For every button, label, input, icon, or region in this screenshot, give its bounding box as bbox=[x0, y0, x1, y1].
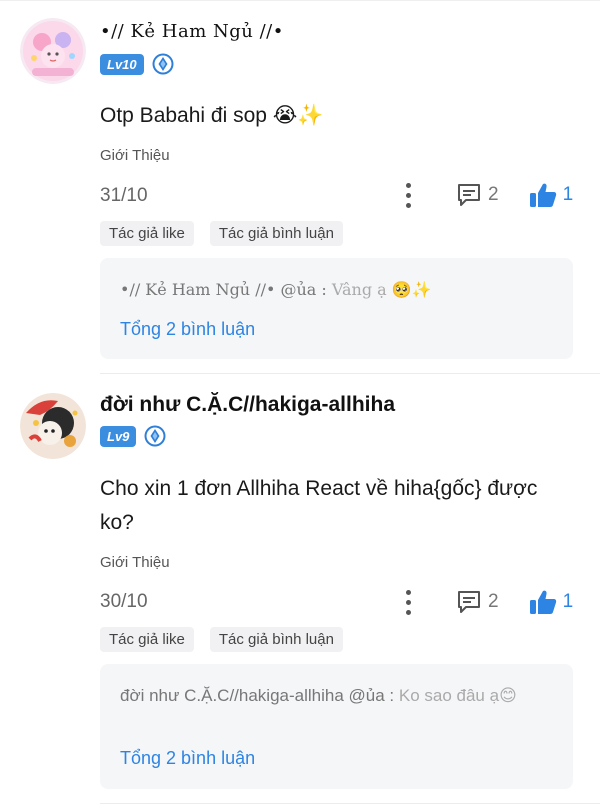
intro-label[interactable]: Giới Thiệu bbox=[100, 147, 170, 164]
username[interactable]: đời như C.Ặ.C//hakiga-allhiha bbox=[100, 393, 395, 417]
comment-button[interactable]: 2 bbox=[456, 589, 499, 615]
thumbs-up-icon bbox=[529, 183, 556, 207]
comment-icon bbox=[458, 591, 480, 613]
reply-preview[interactable]: đời như C.Ặ.C//hakiga-allhiha @ủa : Ko s… bbox=[100, 664, 573, 789]
shield-badge-icon bbox=[144, 425, 166, 447]
comment-date: 30/10 bbox=[100, 591, 148, 612]
more-vertical-icon[interactable] bbox=[400, 587, 416, 617]
tag-author-comment: Tác giả bình luận bbox=[209, 627, 343, 652]
comment-button[interactable]: 2 bbox=[456, 182, 499, 208]
comment-actions: 2 1 bbox=[400, 180, 573, 210]
reply-user: đời như C.Ặ.C//hakiga-allhiha @ủa bbox=[120, 686, 385, 705]
reply-user: •// Kẻ Ham Ngủ //• @ủa bbox=[120, 280, 317, 299]
comment-icon bbox=[458, 184, 480, 206]
reply-line: đời như C.Ặ.C//hakiga-allhiha @ủa : Ko s… bbox=[120, 684, 550, 708]
thumbs-up-icon bbox=[529, 590, 556, 614]
tag-list: Tác giả like Tác giả bình luận bbox=[100, 221, 343, 246]
like-count: 1 bbox=[562, 184, 574, 205]
like-count: 1 bbox=[562, 591, 574, 612]
comment-content: Cho xin 1 đơn Allhiha React về hiha{gốc}… bbox=[100, 477, 538, 534]
comment-divider bbox=[100, 373, 600, 374]
avatar[interactable] bbox=[20, 18, 86, 84]
tag-author-like: Tác giả like bbox=[100, 627, 194, 652]
comment-actions: 2 1 bbox=[400, 587, 573, 617]
intro-label[interactable]: Giới Thiệu bbox=[100, 554, 170, 571]
like-button[interactable]: 1 bbox=[529, 182, 574, 208]
comment-item: •// Kẻ Ham Ngủ //• Lv10 Otp Babahi đi so… bbox=[0, 0, 600, 375]
shield-badge-icon bbox=[152, 53, 174, 75]
avatar[interactable] bbox=[20, 393, 86, 459]
comment-divider bbox=[100, 803, 600, 804]
comment-content: Otp Babahi đi sop 😭✨ bbox=[100, 104, 324, 127]
reply-separator: : bbox=[316, 280, 332, 299]
user-badges: Lv10 bbox=[100, 53, 174, 75]
more-vertical-icon[interactable] bbox=[400, 180, 416, 210]
comment-count: 2 bbox=[488, 184, 499, 205]
tag-author-comment: Tác giả bình luận bbox=[209, 221, 343, 246]
like-button[interactable]: 1 bbox=[529, 589, 574, 615]
total-replies-link[interactable]: Tổng 2 bình luận bbox=[120, 748, 255, 769]
comment-item: đời như C.Ặ.C//hakiga-allhiha Lv9 Cho xi… bbox=[0, 375, 600, 805]
username[interactable]: •// Kẻ Ham Ngủ //• bbox=[100, 21, 284, 42]
level-badge: Lv9 bbox=[100, 425, 137, 447]
comment-count: 2 bbox=[488, 591, 499, 612]
reply-separator: : bbox=[384, 686, 399, 705]
tag-list: Tác giả like Tác giả bình luận bbox=[100, 627, 343, 652]
tag-author-like: Tác giả like bbox=[100, 221, 194, 246]
comment-date: 31/10 bbox=[100, 185, 148, 206]
level-badge: Lv10 bbox=[100, 53, 144, 75]
reply-text: Vâng ạ 🥺✨ bbox=[331, 280, 432, 299]
reply-text: Ko sao đâu ạ😊 bbox=[398, 686, 517, 705]
total-replies-link[interactable]: Tổng 2 bình luận bbox=[120, 319, 255, 340]
reply-preview[interactable]: •// Kẻ Ham Ngủ //• @ủa : Vâng ạ 🥺✨ Tổng … bbox=[100, 258, 573, 359]
reply-line: •// Kẻ Ham Ngủ //• @ủa : Vâng ạ 🥺✨ bbox=[120, 278, 550, 302]
user-badges: Lv9 bbox=[100, 425, 166, 447]
